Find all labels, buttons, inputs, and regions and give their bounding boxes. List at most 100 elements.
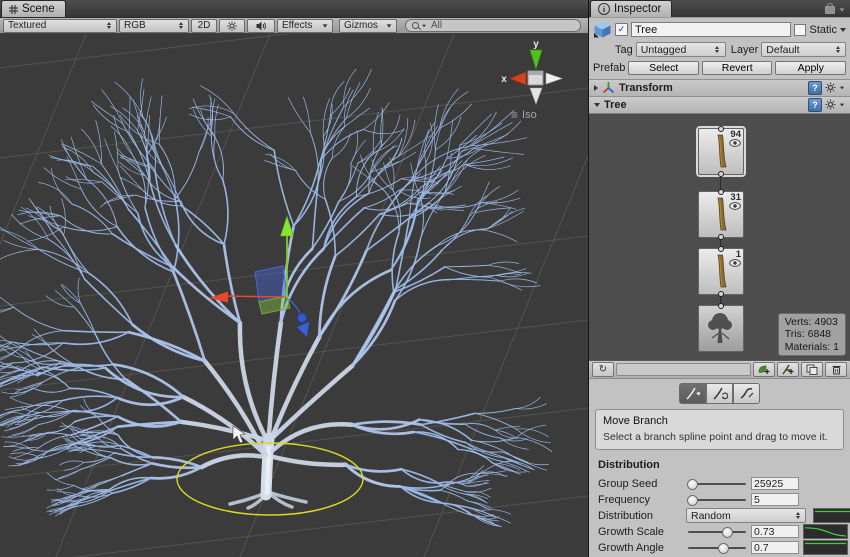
help-icon[interactable]: ? — [808, 98, 822, 112]
tool-help-box: Move Branch Select a branch spline point… — [595, 409, 844, 450]
prefab-apply-button[interactable]: Apply — [775, 61, 846, 75]
gameobject-cube-icon[interactable] — [593, 21, 612, 38]
gear-caret-icon — [840, 87, 844, 90]
inspector-tab-label: Inspector — [614, 3, 661, 15]
growth-scale-value[interactable]: 0.73 — [751, 525, 799, 538]
effects-dropdown[interactable]: Effects — [277, 19, 333, 33]
move-branch-tool[interactable] — [679, 383, 706, 404]
group-seed-slider[interactable] — [686, 477, 748, 490]
render-channels-dropdown[interactable]: RGB — [119, 19, 189, 33]
move-gizmo[interactable] — [209, 216, 309, 337]
frequency-value[interactable]: 5 — [751, 493, 799, 506]
help-icon[interactable]: ? — [808, 81, 822, 95]
axis-right-cone — [546, 73, 562, 84]
gear-icon[interactable] — [825, 82, 836, 93]
add-branch-button[interactable] — [777, 362, 799, 377]
tree-component-header[interactable]: Tree ? — [589, 96, 850, 113]
group-seed-value[interactable]: 25925 — [751, 477, 799, 490]
scene-viewport[interactable]: y x ≡ Iso — [0, 34, 588, 557]
visibility-eye-icon[interactable] — [729, 139, 741, 147]
dropdown-arrows-icon — [794, 512, 801, 519]
search-icon — [412, 22, 419, 29]
axis-y-cone — [530, 50, 542, 69]
branch-node-2[interactable]: 31 — [698, 191, 744, 238]
static-checkbox[interactable] — [794, 24, 806, 36]
verts-stat: Verts: 4903 — [785, 316, 839, 329]
rotate-branch-tool[interactable] — [706, 383, 733, 404]
active-checkbox[interactable]: ✓ — [615, 23, 628, 36]
foldout-arrow-icon[interactable] — [594, 103, 600, 107]
prefab-select-button[interactable]: Select — [628, 61, 699, 75]
shading-mode-dropdown[interactable]: Textured — [3, 19, 117, 33]
tag-dropdown[interactable]: Untagged — [636, 42, 726, 57]
unity-editor-window: Scene Textured RGB 2D — [0, 0, 850, 557]
duplicate-button[interactable] — [801, 362, 823, 377]
gear-caret-icon — [840, 103, 844, 106]
growth-scale-label: Growth Scale — [598, 526, 686, 538]
gameobject-name-field[interactable] — [631, 22, 791, 37]
branch-plus-icon — [781, 364, 795, 375]
projection-mode-label[interactable]: ≡ Iso — [511, 108, 537, 122]
tab-scene[interactable]: Scene — [1, 0, 66, 17]
refresh-button[interactable]: ↻ — [592, 362, 614, 377]
scene-3d-view: y x — [0, 34, 588, 557]
gear-icon[interactable] — [825, 99, 836, 110]
delete-button[interactable] — [825, 362, 847, 377]
copy-icon — [806, 364, 818, 375]
visibility-eye-icon[interactable] — [729, 202, 741, 210]
growth-angle-curve-preview[interactable] — [803, 540, 848, 555]
tree-node-hierarchy[interactable]: 94 31 — [589, 113, 850, 360]
growth-scale-slider[interactable] — [686, 525, 748, 538]
dropdown-arrows-icon — [834, 46, 841, 53]
layer-dropdown[interactable]: Default — [761, 42, 846, 57]
rotate-branch-icon — [712, 387, 728, 400]
transform-component-header[interactable]: Transform ? — [589, 79, 850, 96]
frequency-row: Frequency 5 — [598, 493, 845, 506]
channels-label: RGB — [124, 20, 146, 31]
distribution-title: Distribution — [598, 459, 845, 471]
lock-icon[interactable] — [825, 6, 835, 14]
foldout-arrow-icon[interactable] — [594, 85, 598, 91]
gizmos-dropdown[interactable]: Gizmos — [339, 19, 397, 33]
frequency-slider[interactable] — [686, 493, 748, 506]
distribution-curve-preview[interactable] — [813, 508, 850, 523]
tool-help-title: Move Branch — [603, 415, 836, 427]
transform-title: Transform — [619, 82, 673, 94]
node-connector-dot — [718, 234, 724, 240]
2d-toggle-button[interactable]: 2D — [191, 19, 217, 33]
visibility-eye-icon[interactable] — [729, 259, 741, 267]
search-input[interactable] — [429, 19, 574, 32]
audio-toggle-button[interactable] — [247, 19, 275, 33]
move-branch-icon — [685, 387, 701, 400]
tree-root-node[interactable] — [698, 305, 744, 352]
dropdown-arrows-icon — [105, 22, 112, 29]
lighting-toggle-button[interactable] — [219, 19, 245, 33]
tag-label: Tag — [615, 44, 633, 56]
scene-panel: Scene Textured RGB 2D — [0, 0, 589, 557]
freehand-branch-tool[interactable] — [733, 383, 760, 404]
gizmo-z-handle — [298, 314, 307, 323]
inspector-tabbar: i Inspector — [589, 0, 850, 18]
distribution-label: Distribution — [598, 510, 686, 522]
dropdown-caret-icon — [387, 24, 392, 27]
scene-search-field[interactable] — [405, 19, 581, 32]
static-dropdown-icon[interactable] — [840, 28, 846, 32]
frequency-label: Frequency — [598, 494, 686, 506]
tab-menu-icon[interactable] — [840, 8, 845, 11]
add-leaf-button[interactable] — [753, 362, 775, 377]
inspector-info-icon: i — [598, 3, 610, 15]
distribution-dropdown[interactable]: Random — [686, 508, 806, 523]
tab-inspector[interactable]: i Inspector — [590, 0, 672, 17]
node-connector-dot — [718, 303, 724, 309]
branch-node-1[interactable]: 94 — [698, 128, 744, 175]
growth-angle-value[interactable]: 0.7 — [751, 541, 799, 554]
growth-angle-slider[interactable] — [686, 541, 748, 554]
growth-scale-curve-preview[interactable] — [803, 524, 848, 539]
branch-node-3[interactable]: 1 — [698, 248, 744, 295]
hierarchy-toolbar: ↻ — [589, 360, 850, 379]
gizmo-x-arrow — [222, 296, 284, 297]
scene-toolbar: Textured RGB 2D — [0, 18, 588, 34]
tris-stat: Tris: 6848 — [785, 328, 839, 341]
effects-label: Effects — [282, 20, 312, 31]
prefab-revert-button[interactable]: Revert — [702, 61, 773, 75]
